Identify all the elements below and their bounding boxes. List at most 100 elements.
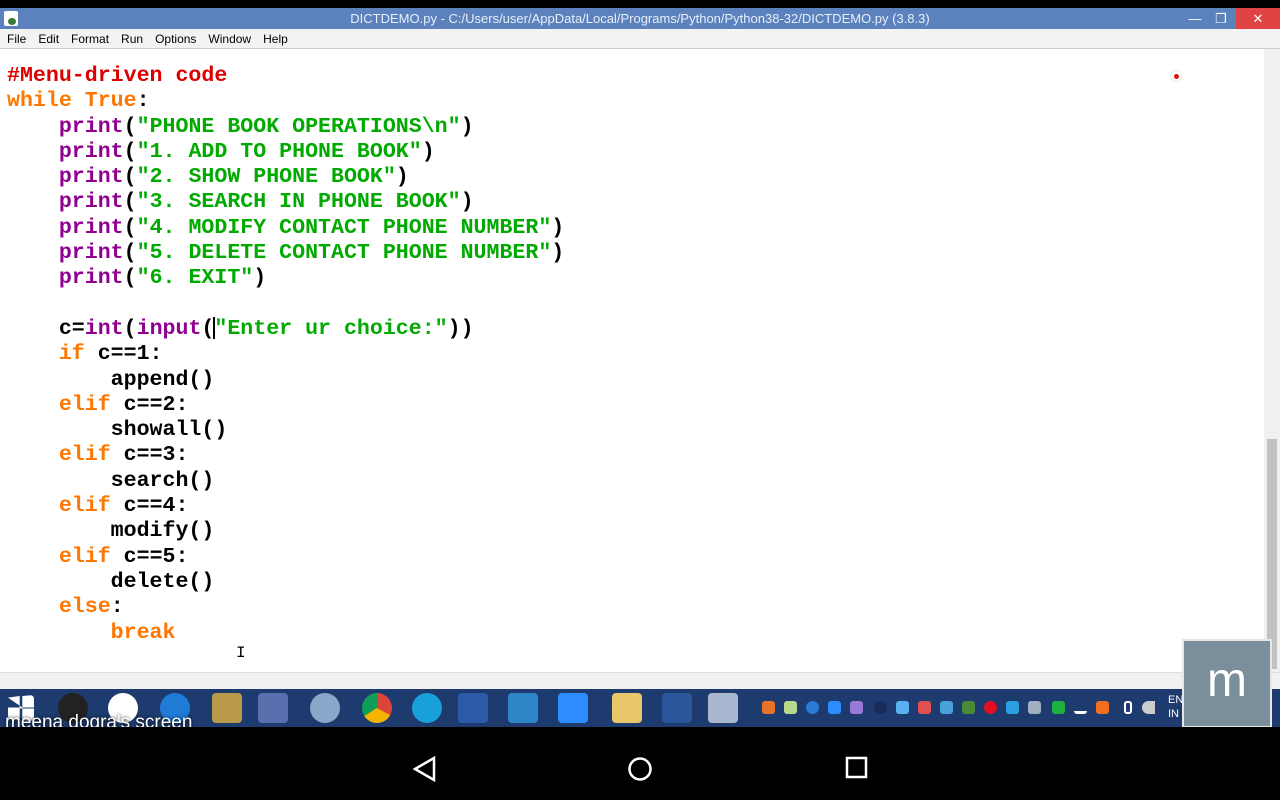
code-line[interactable]: #Menu-driven code <box>7 64 564 89</box>
code-line[interactable]: print("5. DELETE CONTACT PHONE NUMBER") <box>7 241 564 266</box>
code-line[interactable]: print("1. ADD TO PHONE BOOK") <box>7 140 564 165</box>
signal-icon[interactable] <box>1074 701 1087 714</box>
volume-icon[interactable] <box>1142 701 1155 714</box>
code-token: elif <box>58 544 111 569</box>
code-line[interactable]: delete() <box>7 570 564 595</box>
code-editor[interactable]: #Menu-driven code while True: print("PHON… <box>0 49 1264 672</box>
code-line[interactable]: if c==1: <box>7 342 564 367</box>
word-icon[interactable] <box>662 693 692 723</box>
file-explorer-icon[interactable] <box>612 693 642 723</box>
chrome-icon[interactable] <box>362 693 392 723</box>
tray-icon[interactable] <box>1096 701 1109 714</box>
app-icon[interactable] <box>258 693 288 723</box>
code-token: print <box>58 241 124 266</box>
tray-zoom-icon[interactable] <box>828 701 841 714</box>
code-token: delete() <box>7 569 215 594</box>
code-token: if <box>58 342 85 367</box>
code-text[interactable]: #Menu-driven code while True: print("PHON… <box>7 64 564 646</box>
title-bar: DICTDEMO.py - C:/Users/user/AppData/Loca… <box>0 8 1280 29</box>
tray-icon[interactable] <box>1028 701 1041 714</box>
code-line[interactable]: c=int(input("Enter ur choice:")) <box>7 317 564 342</box>
paint-app-icon[interactable] <box>310 693 340 723</box>
code-line[interactable]: print("6. EXIT") <box>7 266 564 291</box>
zoom-icon[interactable] <box>558 693 588 723</box>
close-button[interactable]: ✕ <box>1236 8 1280 29</box>
code-token: ) <box>253 266 267 291</box>
battery-icon[interactable] <box>1124 701 1132 714</box>
skype-icon[interactable] <box>508 693 538 723</box>
code-token: ( <box>123 139 137 164</box>
code-line[interactable]: while True: <box>7 89 564 114</box>
code-token: "Enter ur choice:" <box>214 316 448 341</box>
lang-code: EN <box>1168 694 1184 706</box>
bluetooth-icon[interactable] <box>874 701 887 714</box>
tray-icon[interactable] <box>806 701 819 714</box>
code-line[interactable]: print("4. MODIFY CONTACT PHONE NUMBER") <box>7 216 564 241</box>
code-line[interactable]: showall() <box>7 418 564 443</box>
menu-options[interactable]: Options <box>150 29 201 49</box>
tools-icon[interactable] <box>212 693 242 723</box>
scrollbar-thumb[interactable] <box>1267 439 1277 669</box>
menu-window[interactable]: Window <box>203 29 256 49</box>
language-indicator[interactable]: EN IN <box>1168 693 1183 721</box>
tray-icon[interactable] <box>850 701 863 714</box>
recents-icon[interactable] <box>845 756 869 780</box>
code-line[interactable]: elif c==5: <box>7 545 564 570</box>
code-token: ) <box>395 165 409 190</box>
window-title: DICTDEMO.py - C:/Users/user/AppData/Loca… <box>350 11 930 26</box>
code-token: True <box>84 89 137 114</box>
menu-run[interactable]: Run <box>116 29 148 49</box>
tray-icon[interactable] <box>896 701 909 714</box>
code-token: break <box>110 620 176 645</box>
code-token: input <box>136 316 202 341</box>
code-token: "6. EXIT" <box>136 266 254 291</box>
python-idle-icon[interactable] <box>708 693 738 723</box>
tray-icon[interactable] <box>1052 701 1065 714</box>
home-icon[interactable] <box>627 756 653 782</box>
menu-format[interactable]: Format <box>66 29 114 49</box>
nearby-app-icon[interactable] <box>458 693 488 723</box>
code-line[interactable]: append() <box>7 368 564 393</box>
tray-icon[interactable] <box>762 701 775 714</box>
menu-help[interactable]: Help <box>258 29 293 49</box>
tray-icon[interactable] <box>1006 701 1019 714</box>
maximize-button[interactable]: ❐ <box>1208 8 1234 29</box>
code-token: else <box>58 595 111 620</box>
code-line[interactable]: print("3. SEARCH IN PHONE BOOK") <box>7 190 564 215</box>
tray-icon[interactable] <box>940 701 953 714</box>
code-line[interactable]: elif c==2: <box>7 393 564 418</box>
menu-file[interactable]: File <box>2 29 31 49</box>
code-line[interactable]: elif c==3: <box>7 443 564 468</box>
code-line[interactable]: print("2. SHOW PHONE BOOK") <box>7 165 564 190</box>
action-center-flag-icon[interactable] <box>918 701 931 714</box>
nvidia-icon[interactable] <box>962 701 975 714</box>
code-line[interactable]: print("PHONE BOOK OPERATIONS\n") <box>7 115 564 140</box>
tray-icon[interactable] <box>784 701 797 714</box>
code-token: int <box>84 316 124 341</box>
code-token: while <box>7 89 72 114</box>
code-token: ( <box>123 165 137 190</box>
tray-icon[interactable] <box>984 701 997 714</box>
back-icon[interactable] <box>412 756 438 782</box>
code-line[interactable]: break <box>7 621 564 646</box>
code-token: ) <box>421 139 435 164</box>
edge-icon[interactable] <box>412 693 442 723</box>
code-line[interactable]: else: <box>7 595 564 620</box>
vertical-scrollbar[interactable] <box>1264 49 1280 672</box>
code-line[interactable] <box>7 292 564 317</box>
minimize-button[interactable]: — <box>1182 8 1208 29</box>
menu-edit[interactable]: Edit <box>33 29 64 49</box>
code-line[interactable]: modify() <box>7 519 564 544</box>
code-line[interactable]: elif c==4: <box>7 494 564 519</box>
code-line[interactable]: search() <box>7 469 564 494</box>
code-token: print <box>58 215 124 240</box>
code-token: ) <box>551 215 565 240</box>
